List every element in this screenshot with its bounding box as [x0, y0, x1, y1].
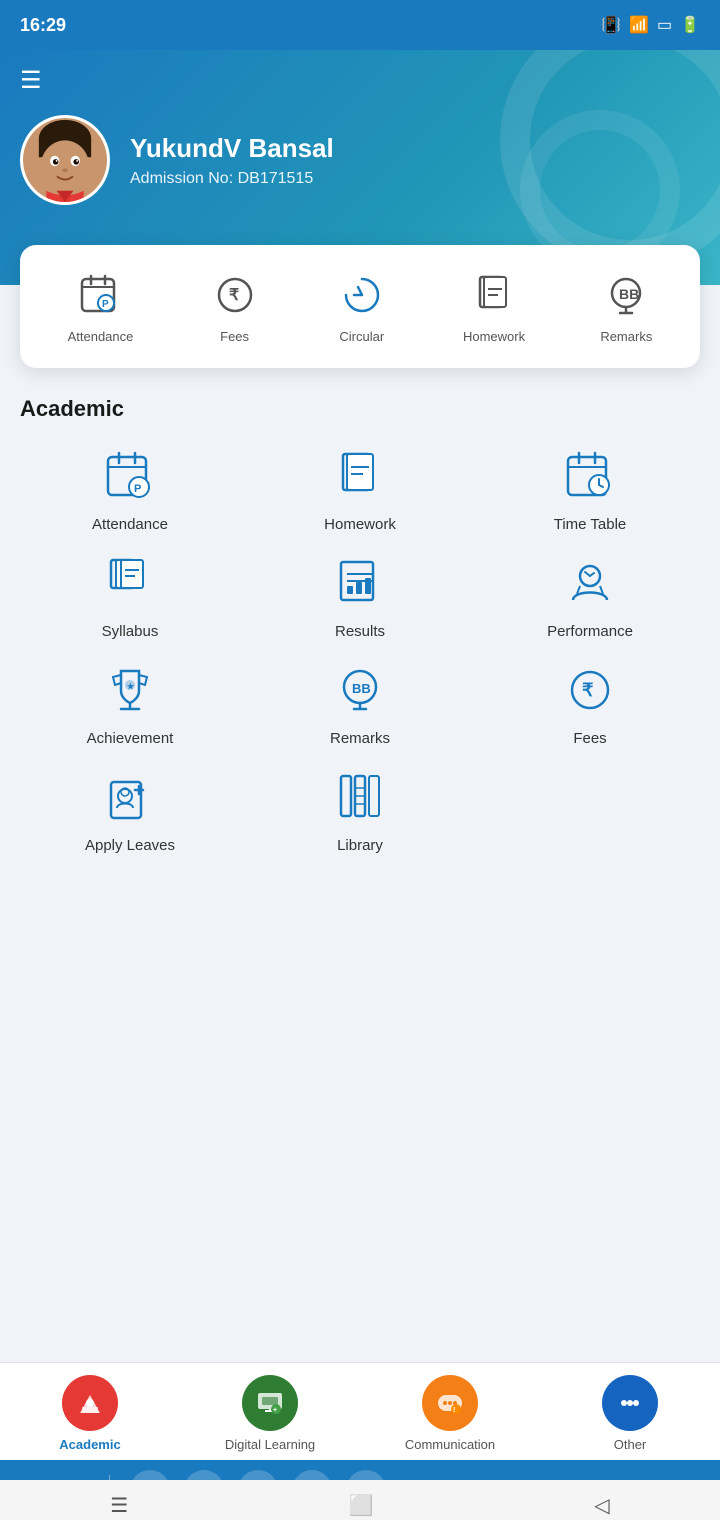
- grid-fees-label: Fees: [573, 730, 606, 747]
- tab-academic[interactable]: Academic: [0, 1375, 180, 1452]
- quick-homework[interactable]: Homework: [463, 269, 525, 344]
- grid-performance-label: Performance: [547, 623, 633, 640]
- status-bar: 16:29 📳 📶 ▭ 🔋: [0, 0, 720, 50]
- grid-results[interactable]: Results: [250, 553, 470, 640]
- profile-name: YukundV Bansal: [130, 133, 334, 164]
- circular-icon: [336, 269, 388, 321]
- nav-back[interactable]: ◁: [594, 1493, 609, 1518]
- status-time: 16:29: [20, 15, 66, 36]
- tab-other[interactable]: Other: [540, 1375, 720, 1452]
- academic-section: Academic P Attendance: [0, 368, 720, 874]
- bottom-tab-bar: Academic + Digital Learning !: [0, 1362, 720, 1460]
- quick-remarks[interactable]: BB Remarks: [600, 269, 652, 344]
- profile-section: YukundV Bansal Admission No: DB171515: [20, 115, 700, 205]
- grid-timetable-label: Time Table: [554, 516, 627, 533]
- grid-achievement-icon: ★: [100, 660, 160, 720]
- grid-fees-icon: ₹: [560, 660, 620, 720]
- grid-empty: [480, 767, 700, 854]
- tab-other-label: Other: [614, 1437, 647, 1452]
- tab-other-icon-bg: [602, 1375, 658, 1431]
- academic-grid: P Attendance Homework: [20, 446, 700, 854]
- svg-text:!: !: [453, 1407, 455, 1414]
- grid-homework-icon: [330, 446, 390, 506]
- grid-library-icon: [330, 767, 390, 827]
- quick-circular[interactable]: Circular: [336, 269, 388, 344]
- grid-syllabus[interactable]: Syllabus: [20, 553, 240, 640]
- tab-communication[interactable]: ! Communication: [360, 1375, 540, 1452]
- admission-number: Admission No: DB171515: [130, 170, 334, 188]
- academic-title: Academic: [20, 396, 700, 422]
- svg-text:★: ★: [127, 682, 135, 691]
- tab-digital-learning-icon-bg: +: [242, 1375, 298, 1431]
- svg-text:BB: BB: [619, 286, 639, 302]
- grid-timetable-icon: [560, 446, 620, 506]
- profile-info: YukundV Bansal Admission No: DB171515: [130, 133, 334, 188]
- nav-home[interactable]: ⬜: [349, 1493, 374, 1518]
- grid-syllabus-icon: [100, 553, 160, 613]
- tab-digital-learning[interactable]: + Digital Learning: [180, 1375, 360, 1452]
- grid-performance-icon: [560, 553, 620, 613]
- grid-homework[interactable]: Homework: [250, 446, 470, 533]
- wifi-icon: 📶: [629, 15, 649, 35]
- svg-text:₹: ₹: [229, 287, 239, 304]
- quick-remarks-label: Remarks: [600, 329, 652, 344]
- quick-fees[interactable]: ₹ Fees: [209, 269, 261, 344]
- grid-attendance-icon: P: [100, 446, 160, 506]
- grid-results-icon: [330, 553, 390, 613]
- quick-circular-label: Circular: [339, 329, 384, 344]
- grid-remarks[interactable]: BB Remarks: [250, 660, 470, 747]
- grid-attendance-label: Attendance: [92, 516, 168, 533]
- vibrate-icon: 📳: [601, 15, 621, 35]
- tab-digital-learning-label: Digital Learning: [225, 1437, 315, 1452]
- grid-performance[interactable]: Performance: [480, 553, 700, 640]
- screen-icon: ▭: [657, 15, 672, 35]
- tab-academic-icon-bg: [62, 1375, 118, 1431]
- avatar: [20, 115, 110, 205]
- grid-fees[interactable]: ₹ Fees: [480, 660, 700, 747]
- fees-icon: ₹: [209, 269, 261, 321]
- svg-text:₹: ₹: [582, 680, 594, 700]
- attendance-icon: P: [74, 269, 126, 321]
- menu-icon[interactable]: ☰: [20, 66, 700, 95]
- tab-communication-icon-bg: !: [422, 1375, 478, 1431]
- grid-timetable[interactable]: Time Table: [480, 446, 700, 533]
- tab-academic-label: Academic: [59, 1437, 120, 1452]
- quick-attendance-label: Attendance: [68, 329, 134, 344]
- grid-library-label: Library: [337, 837, 383, 854]
- grid-homework-label: Homework: [324, 516, 396, 533]
- quick-attendance[interactable]: P Attendance: [68, 269, 134, 344]
- grid-applyleaves-icon: [100, 767, 160, 827]
- grid-applyleaves[interactable]: Apply Leaves: [20, 767, 240, 854]
- svg-text:P: P: [134, 483, 141, 495]
- quick-fees-label: Fees: [220, 329, 249, 344]
- quick-menu-card: P Attendance ₹ Fees Circular: [20, 245, 700, 368]
- android-nav: ☰ ⬜ ◁: [0, 1480, 720, 1520]
- grid-achievement[interactable]: ★ Achievement: [20, 660, 240, 747]
- remarks-icon: BB: [600, 269, 652, 321]
- grid-attendance[interactable]: P Attendance: [20, 446, 240, 533]
- grid-remarks-label: Remarks: [330, 730, 390, 747]
- svg-text:+: +: [273, 1407, 277, 1414]
- nav-menu[interactable]: ☰: [110, 1493, 128, 1518]
- grid-syllabus-label: Syllabus: [102, 623, 159, 640]
- battery-icon: 🔋: [680, 15, 700, 35]
- svg-text:BB: BB: [352, 681, 371, 696]
- tab-communication-label: Communication: [405, 1437, 495, 1452]
- grid-remarks-icon: BB: [330, 660, 390, 720]
- grid-library[interactable]: Library: [250, 767, 470, 854]
- grid-applyleaves-label: Apply Leaves: [85, 837, 175, 854]
- svg-text:P: P: [102, 299, 109, 310]
- grid-achievement-label: Achievement: [87, 730, 174, 747]
- homework-icon: [468, 269, 520, 321]
- grid-results-label: Results: [335, 623, 385, 640]
- quick-homework-label: Homework: [463, 329, 525, 344]
- status-icons: 📳 📶 ▭ 🔋: [601, 15, 700, 35]
